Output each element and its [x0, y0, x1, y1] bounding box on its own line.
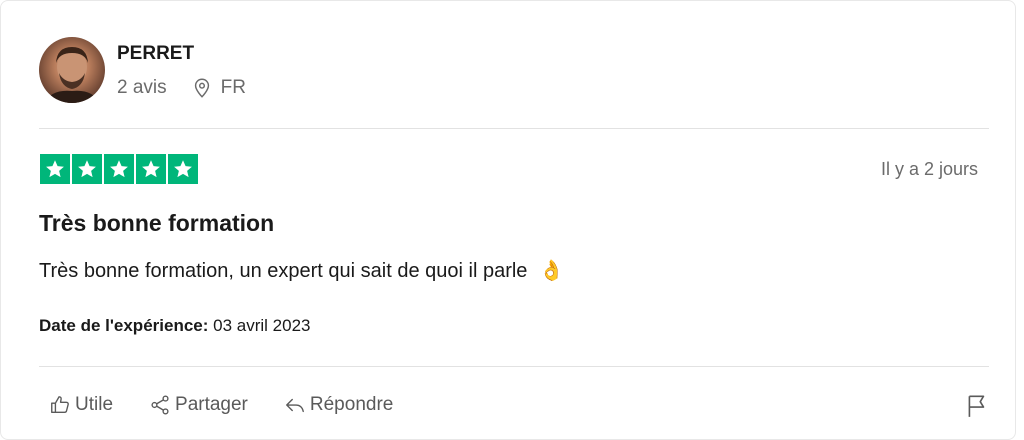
thumbs-up-icon — [51, 396, 69, 414]
star-icon — [136, 154, 166, 184]
review-body: Très bonne formation, un expert qui sait… — [39, 258, 564, 283]
actions-divider — [39, 366, 989, 367]
reply-label: Répondre — [309, 394, 394, 415]
location-pin-icon — [194, 78, 209, 98]
star-rating — [40, 154, 200, 184]
useful-button[interactable]: Utile — [49, 394, 113, 416]
flag-icon[interactable] — [964, 393, 990, 419]
reviewer-name[interactable]: PERRET — [117, 43, 194, 65]
star-icon — [40, 154, 70, 184]
review-date: Il y a 2 jours — [880, 159, 978, 179]
star-icon — [168, 154, 198, 184]
reviewer-country: FR — [220, 77, 246, 98]
useful-label: Utile — [75, 394, 114, 415]
avatar[interactable] — [39, 37, 105, 103]
reviewer-meta: 2 avis FR — [117, 77, 246, 99]
experience-date-label: Date de l'expérience: — [39, 316, 209, 335]
star-icon — [72, 154, 102, 184]
share-button[interactable]: Partager — [149, 394, 248, 416]
share-icon — [151, 395, 169, 415]
experience-date: Date de l'expérience: 03 avril 2023 — [39, 316, 310, 336]
header-divider — [39, 128, 989, 129]
review-body-text: Très bonne formation, un expert qui sait… — [39, 260, 528, 282]
reply-icon — [285, 398, 304, 413]
review-count: 2 avis — [117, 77, 167, 98]
experience-date-value: 03 avril 2023 — [213, 316, 311, 335]
review-actions: Utile Partager Répondre — [49, 394, 429, 416]
share-label: Partager — [175, 394, 248, 415]
star-icon — [104, 154, 134, 184]
review-card: PERRET 2 avis FR Il y a 2 jours Très bon… — [0, 0, 1016, 440]
reply-button[interactable]: Répondre — [284, 394, 393, 416]
review-title[interactable]: Très bonne formation — [39, 210, 274, 237]
ok-hand-emoji: 👌 — [539, 260, 564, 282]
